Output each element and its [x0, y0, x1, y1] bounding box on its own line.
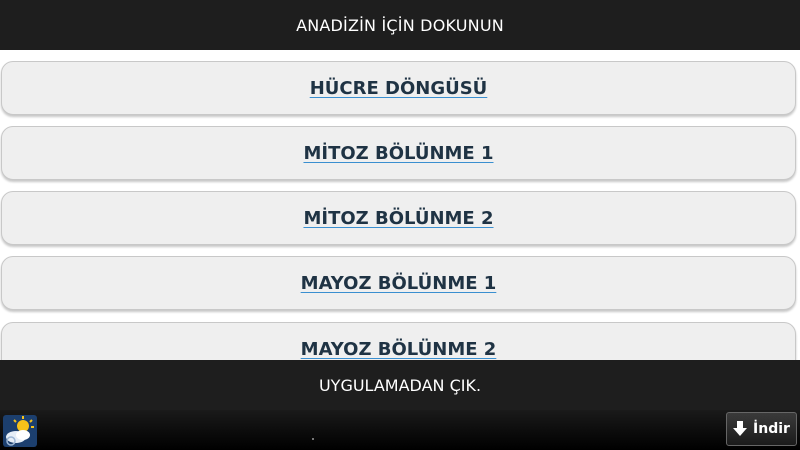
app-screen: ANADİZİN İÇİN DOKUNUN HÜCRE DÖNGÜSÜ MİTO…	[0, 0, 800, 450]
ad-banner[interactable]: İndir	[0, 410, 800, 450]
header-bar: ANADİZİN İÇİN DOKUNUN	[0, 0, 800, 50]
exit-app-label: UYGULAMADAN ÇIK.	[318, 375, 482, 395]
menu-item-mitoz-bolunme-1[interactable]: MİTOZ BÖLÜNME 1	[1, 126, 796, 180]
download-arrow-icon	[733, 421, 748, 437]
download-label: İndir	[753, 421, 790, 437]
menu-item-label: MAYOZ BÖLÜNME 2	[300, 338, 497, 360]
menu-item-mayoz-bolunme-1[interactable]: MAYOZ BÖLÜNME 1	[1, 256, 796, 310]
menu-list[interactable]: HÜCRE DÖNGÜSÜ MİTOZ BÖLÜNME 1 MİTOZ BÖLÜ…	[0, 50, 800, 360]
menu-item-label: MİTOZ BÖLÜNME 1	[303, 142, 494, 164]
menu-item-hucre-dongusu[interactable]: HÜCRE DÖNGÜSÜ	[1, 61, 796, 115]
menu-item-label: HÜCRE DÖNGÜSÜ	[309, 77, 488, 99]
menu-item-label: MAYOZ BÖLÜNME 1	[300, 272, 497, 294]
menu-item-mitoz-bolunme-2[interactable]: MİTOZ BÖLÜNME 2	[1, 191, 796, 245]
menu-item-label: MİTOZ BÖLÜNME 2	[303, 207, 494, 229]
exit-app-button[interactable]: UYGULAMADAN ÇIK.	[0, 360, 800, 410]
header-title: ANADİZİN İÇİN DOKUNUN	[296, 15, 504, 35]
download-button[interactable]: İndir	[726, 412, 797, 446]
menu-item-mayoz-bolunme-2[interactable]: MAYOZ BÖLÜNME 2	[1, 322, 796, 360]
weather-sun-cloud-icon[interactable]	[3, 415, 37, 447]
ad-divider-dot	[312, 438, 314, 440]
